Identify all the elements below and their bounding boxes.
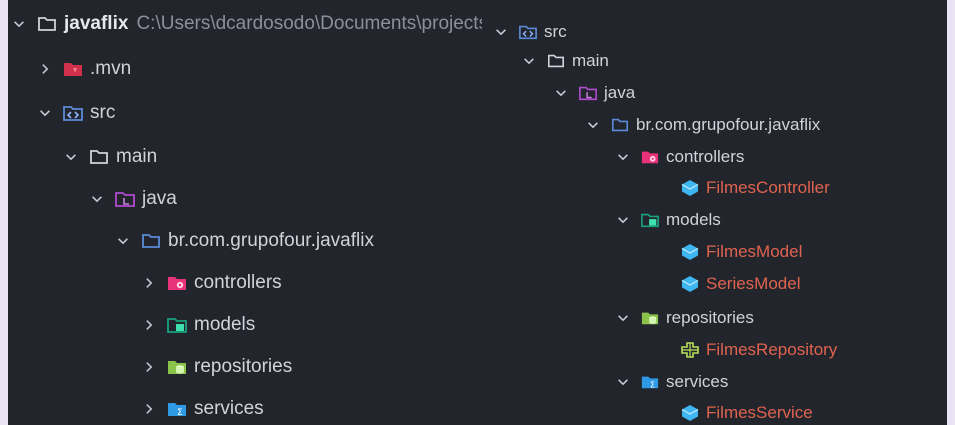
package-folder-icon	[610, 116, 630, 134]
chevron-down-icon[interactable]	[494, 25, 508, 39]
tree-item-java[interactable]: java	[482, 77, 947, 109]
file-series-model[interactable]: SeriesModel	[482, 268, 947, 300]
tree-item-repositories[interactable]: repositories	[482, 302, 947, 334]
file-label: SeriesModel	[706, 274, 801, 293]
file-filmes-controller[interactable]: FilmesController	[482, 172, 947, 204]
repositories-folder-icon	[166, 357, 188, 377]
file-label: FilmesService	[706, 403, 813, 422]
tree-item-label: java	[142, 188, 177, 209]
file-filmes-repository[interactable]: FilmesRepository	[482, 334, 947, 366]
svg-text:Σ: Σ	[177, 408, 183, 418]
models-folder-icon	[166, 315, 188, 335]
tree-item-mvn[interactable]: ​.mvn	[8, 48, 482, 90]
tree-item-label: br.com.grupofour.javaflix	[168, 230, 374, 251]
source-folder-icon	[518, 23, 538, 41]
tree-item-services[interactable]: Σ services	[482, 366, 947, 398]
file-filmes-service[interactable]: FilmesService	[482, 397, 947, 425]
project-path: C:\Users\dcardosodo\Documents\projects-	[136, 13, 482, 34]
folder-icon	[36, 14, 58, 34]
file-filmes-model[interactable]: FilmesModel	[482, 236, 947, 268]
tree-item-main[interactable]: main	[482, 45, 947, 77]
folder-icon	[546, 52, 566, 70]
tree-item-controllers[interactable]: controllers	[8, 262, 482, 304]
tree-item-label: services	[194, 398, 264, 419]
file-label: FilmesController	[706, 178, 830, 197]
tree-item-label: repositories	[666, 308, 754, 327]
tree-item-package[interactable]: br.com.grupofour.javaflix	[8, 220, 482, 262]
chevron-right-icon[interactable]	[142, 276, 156, 290]
interface-icon	[680, 341, 700, 359]
chevron-down-icon[interactable]	[616, 311, 630, 325]
tree-item-label: main	[116, 146, 158, 167]
tree-item-src[interactable]: src	[482, 16, 947, 48]
java-class-icon	[680, 179, 700, 197]
tree-item-label: models	[194, 314, 256, 335]
tree-item-label: src	[544, 22, 567, 41]
java-folder-icon	[578, 84, 598, 102]
right-project-tree: src main java br.com.grupofour.javaflix	[482, 0, 947, 425]
tree-item-label: services	[666, 372, 729, 391]
tree-item-javaflix[interactable]: javaflix C:\Users\dcardosodo\Documents\p…	[8, 4, 482, 44]
tree-item-label: controllers	[666, 147, 745, 166]
left-project-tree: javaflix C:\Users\dcardosodo\Documents\p…	[8, 0, 482, 425]
java-class-icon	[680, 275, 700, 293]
tree-item-package[interactable]: br.com.grupofour.javaflix	[482, 109, 947, 141]
tree-item-services[interactable]: Σ services	[8, 388, 482, 425]
chevron-down-icon[interactable]	[38, 106, 52, 120]
file-label: FilmesRepository	[706, 340, 838, 359]
models-folder-icon	[640, 211, 660, 229]
maven-folder-icon	[62, 59, 84, 79]
file-label: FilmesModel	[706, 242, 803, 261]
tree-item-label: main	[572, 51, 609, 70]
chevron-down-icon[interactable]	[616, 150, 630, 164]
chevron-right-icon[interactable]	[142, 318, 156, 332]
controllers-folder-icon	[166, 273, 188, 293]
chevron-down-icon[interactable]	[64, 150, 78, 164]
tree-item-src[interactable]: src	[8, 92, 482, 134]
tree-item-models[interactable]: models	[8, 304, 482, 346]
svg-text:Σ: Σ	[650, 379, 655, 389]
folder-icon	[88, 147, 110, 167]
chevron-down-icon[interactable]	[522, 54, 536, 68]
services-folder-icon: Σ	[166, 399, 188, 419]
chevron-down-icon[interactable]	[554, 86, 568, 100]
chevron-down-icon[interactable]	[586, 118, 600, 132]
services-folder-icon: Σ	[640, 373, 660, 391]
tree-item-label: br.com.grupofour.javaflix	[636, 115, 821, 134]
tree-item-label: java	[604, 83, 636, 102]
chevron-right-icon[interactable]	[142, 402, 156, 416]
controllers-folder-icon	[640, 148, 660, 166]
package-folder-icon	[140, 231, 162, 251]
tree-item-repositories[interactable]: repositories	[8, 346, 482, 388]
tree-item-label: repositories	[194, 356, 293, 377]
tree-item-label: src	[90, 102, 116, 123]
chevron-down-icon[interactable]	[12, 17, 26, 31]
repositories-folder-icon	[640, 309, 660, 327]
tree-item-main[interactable]: main	[8, 136, 482, 178]
tree-item-label: models	[666, 210, 721, 229]
tree-item-java[interactable]: java	[8, 178, 482, 220]
tree-item-label: controllers	[194, 272, 282, 293]
tree-item-controllers[interactable]: controllers	[482, 141, 947, 173]
source-folder-icon	[62, 103, 84, 123]
chevron-right-icon[interactable]	[142, 360, 156, 374]
chevron-down-icon[interactable]	[616, 375, 630, 389]
chevron-down-icon[interactable]	[116, 234, 130, 248]
java-class-icon	[680, 243, 700, 261]
chevron-right-icon[interactable]	[38, 62, 52, 76]
tree-item-label: javaflix	[64, 13, 129, 34]
chevron-down-icon[interactable]	[90, 192, 104, 206]
chevron-down-icon[interactable]	[616, 213, 630, 227]
tree-item-models[interactable]: models	[482, 204, 947, 236]
tree-item-label: ​.mvn	[90, 58, 132, 79]
java-class-icon	[680, 404, 700, 422]
java-folder-icon	[114, 189, 136, 209]
